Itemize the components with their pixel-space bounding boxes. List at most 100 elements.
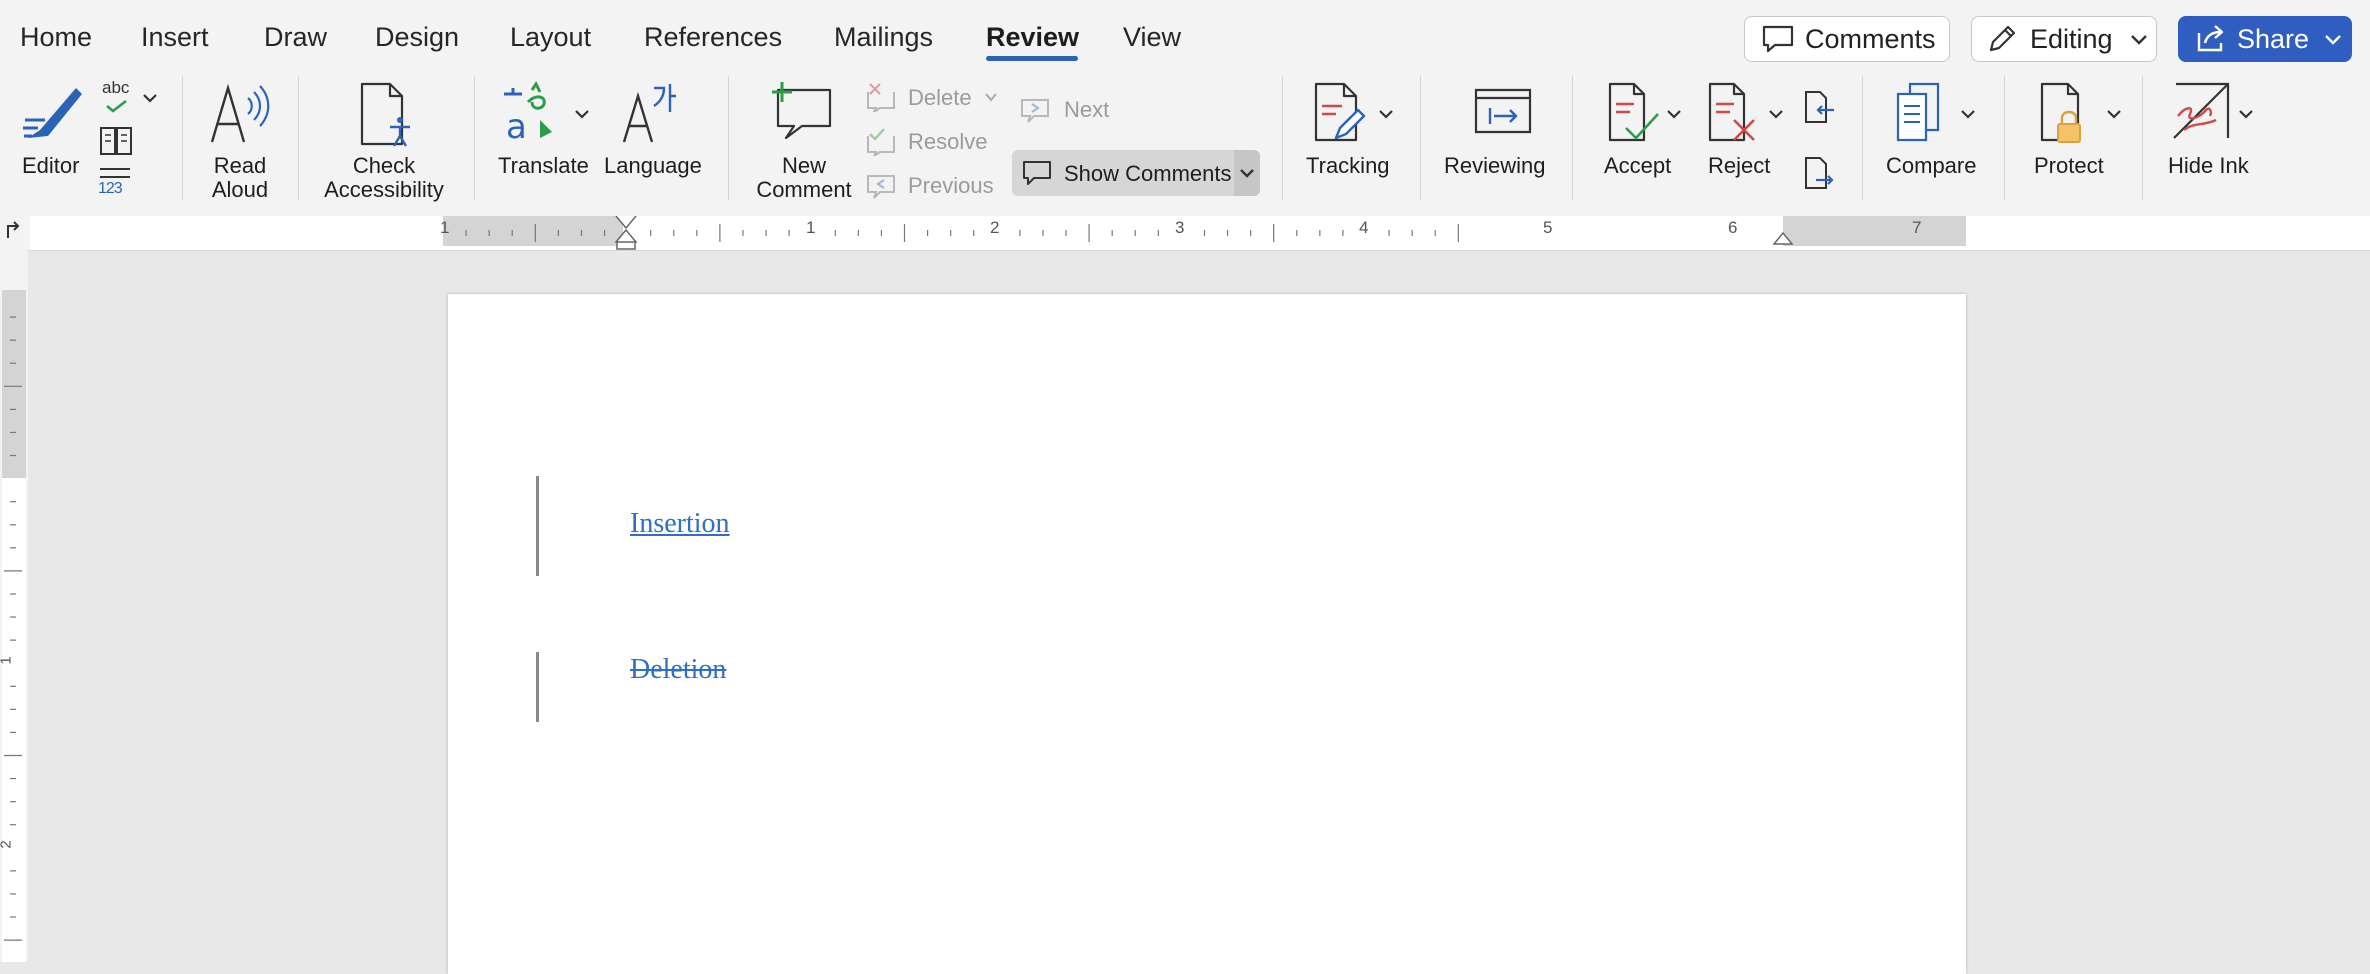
share-button[interactable]: Share (2178, 16, 2352, 62)
tab-references[interactable]: References (644, 22, 782, 53)
check-accessibility-button[interactable]: Check Accessibility (314, 80, 454, 204)
active-tab-indicator (986, 56, 1078, 61)
tracking-label: Tracking (1306, 153, 1390, 178)
book-icon (100, 127, 132, 155)
language-label: Language (604, 153, 702, 178)
inserted-text[interactable]: Insertion (630, 508, 730, 540)
right-indent-marker[interactable] (1772, 230, 1794, 246)
show-comments-button[interactable]: Show Comments (1012, 150, 1260, 196)
accept-button[interactable]: Accept (1592, 80, 1684, 190)
tab-view[interactable]: View (1123, 22, 1181, 53)
tab-design[interactable]: Design (375, 22, 459, 53)
reject-button[interactable]: Reject (1700, 80, 1784, 190)
comments-button-label: Comments (1805, 23, 1936, 54)
vruler-ticks (4, 316, 22, 941)
protect-label: Protect (2034, 153, 2104, 178)
new-comment-button[interactable]: New Comment (748, 80, 858, 204)
tab-insert[interactable]: Insert (141, 22, 209, 53)
compare-icon (1896, 82, 1940, 142)
previous-change-icon (1805, 91, 1834, 123)
next-label: Next (1064, 97, 1110, 122)
ruler-number: 5 (1543, 218, 1553, 237)
chevron-down-icon (2130, 35, 2147, 45)
comments-button[interactable]: Comments (1744, 16, 1950, 62)
new-comment-label: New Comment (756, 153, 852, 202)
next-comment-button: Next (1020, 94, 1120, 128)
tracking-button[interactable]: Tracking (1300, 80, 1400, 190)
word-count-number: 123 (98, 180, 123, 197)
tab-home[interactable]: Home (20, 22, 92, 53)
word-count-button[interactable]: 123 (98, 166, 138, 202)
checkmark-icon (106, 99, 127, 113)
read-aloud-label: Read Aloud (211, 153, 269, 202)
comment-icon (1023, 161, 1051, 185)
document-page[interactable]: Insertion Deletion (448, 294, 1966, 974)
read-aloud-button[interactable]: Read Aloud (200, 80, 280, 204)
new-comment-icon (772, 82, 832, 140)
deleted-text[interactable]: Deletion (630, 654, 726, 686)
reject-label: Reject (1708, 153, 1771, 178)
hide-ink-button[interactable]: Hide Ink (2164, 80, 2284, 190)
reviewing-pane-icon (1474, 88, 1532, 134)
previous-change-button[interactable] (1802, 88, 1838, 126)
ribbon: Home Insert Draw Design Layout Reference… (0, 0, 2370, 216)
ribbon-divider (182, 76, 183, 200)
resolve-label: Resolve (908, 129, 988, 154)
accessibility-icon (360, 82, 410, 147)
chevron-down-icon (985, 93, 997, 102)
ribbon-divider (1862, 76, 1863, 200)
reject-icon (1708, 82, 1755, 142)
tab-review[interactable]: Review (986, 22, 1079, 53)
delete-label: Delete (908, 85, 972, 110)
chevron-down-icon (1667, 110, 1681, 119)
tab-draw[interactable]: Draw (264, 22, 327, 53)
ribbon-divider (2004, 76, 2005, 200)
hide-ink-label: Hide Ink (2168, 153, 2249, 178)
read-aloud-icon (210, 83, 270, 143)
previous-comment-icon (867, 175, 895, 199)
lock-document-icon (2040, 82, 2081, 143)
tab-mailings[interactable]: Mailings (834, 22, 933, 53)
accept-icon (1608, 82, 1659, 142)
next-comment-icon (1021, 99, 1049, 123)
ribbon-divider (728, 76, 729, 200)
editor-pen-icon (23, 88, 82, 138)
delete-comment-icon (867, 83, 895, 112)
tab-layout[interactable]: Layout (510, 22, 591, 53)
resolve-comment-button: Resolve (866, 126, 1006, 160)
hide-ink-icon (2173, 82, 2230, 139)
first-line-indent-marker[interactable] (614, 216, 638, 250)
language-button[interactable]: Language (602, 80, 712, 190)
pencil-icon (1989, 25, 2016, 52)
protect-button[interactable]: Protect (2024, 80, 2134, 190)
next-change-button[interactable] (1802, 154, 1838, 192)
ruler-number: 1 (440, 218, 450, 237)
check-accessibility-label: Check Accessibility (324, 153, 444, 202)
editing-button[interactable]: Editing (1971, 16, 2157, 62)
compare-label: Compare (1886, 153, 1977, 178)
vruler-number: 2 (0, 840, 15, 848)
ribbon-divider (1420, 76, 1421, 200)
translate-button[interactable]: a Translate (494, 80, 594, 190)
compare-button[interactable]: Compare (1880, 80, 2010, 190)
show-comments-dropdown[interactable] (1234, 150, 1260, 196)
vertical-ruler[interactable]: 1 2 (0, 250, 28, 962)
tracking-icon (1314, 82, 1366, 142)
chevron-down-icon (1961, 110, 1975, 119)
ruler-number: 4 (1359, 218, 1369, 237)
delete-comment-button: Delete (866, 82, 1006, 116)
chevron-down-icon (1379, 110, 1393, 119)
ribbon-divider (1572, 76, 1573, 200)
editor-button[interactable]: Editor (14, 80, 94, 190)
vruler-number: 1 (0, 656, 15, 664)
change-bar (536, 476, 539, 576)
share-button-label: Share (2237, 23, 2310, 54)
horizontal-ruler[interactable]: 1 1 2 3 4 5 6 7 (0, 216, 2370, 251)
spelling-button[interactable]: abc (98, 78, 162, 118)
share-icon (2197, 25, 2224, 52)
ruler-number: 1 (806, 218, 816, 237)
thesaurus-button[interactable] (98, 124, 134, 158)
reviewing-pane-button[interactable]: Reviewing (1438, 80, 1568, 190)
editing-button-label: Editing (2030, 23, 2113, 54)
svg-text:a: a (506, 107, 527, 144)
